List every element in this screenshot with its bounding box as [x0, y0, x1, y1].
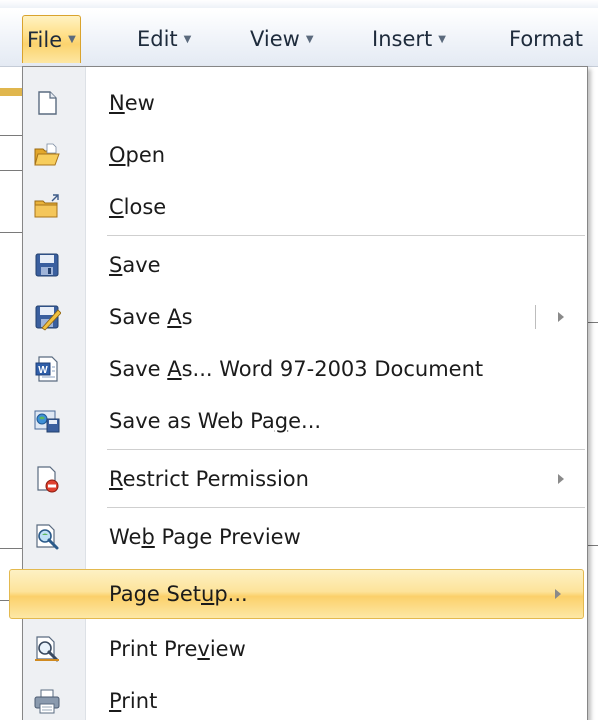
menu-item-label: Restrict Permission — [109, 467, 309, 491]
menu-file[interactable]: File ▼ — [22, 15, 81, 63]
split-divider — [535, 305, 536, 329]
restrict-permission-icon — [33, 465, 61, 493]
file-menu-dropdown: New Open Close Save Save As W Save As...… — [9, 66, 588, 720]
word-document-icon: W — [33, 355, 61, 383]
printer-icon — [33, 687, 61, 715]
menu-item-print[interactable]: Print — [24, 675, 586, 720]
menu-item-label: Web Page Preview — [109, 525, 301, 549]
close-folder-icon — [33, 193, 61, 221]
chevron-down-icon: ▼ — [68, 34, 76, 45]
menu-item-label: Page Setup... — [109, 582, 248, 606]
web-preview-icon — [33, 523, 61, 551]
save-as-icon — [33, 303, 62, 331]
menu-file-label: File — [27, 27, 63, 52]
menu-separator — [107, 449, 585, 450]
menu-insert[interactable]: Insert ▼ — [372, 19, 446, 59]
menu-separator — [107, 235, 585, 236]
menu-item-save-as[interactable]: Save As — [24, 291, 586, 343]
submenu-arrow-icon — [555, 589, 561, 599]
submenu-arrow-icon — [558, 474, 564, 484]
menu-item-page-setup[interactable]: Page Setup... — [9, 569, 584, 619]
menu-item-open[interactable]: Open — [24, 129, 586, 181]
left-edge-line — [0, 232, 22, 233]
menu-item-label: Close — [109, 195, 167, 219]
left-edge-toolbar — [0, 88, 22, 96]
menu-item-close[interactable]: Close — [24, 181, 586, 233]
chevron-down-icon: ▼ — [183, 33, 192, 45]
menu-item-save-as-word-97-2003[interactable]: W Save As... Word 97-2003 Document — [24, 343, 586, 395]
left-edge-line — [0, 170, 22, 171]
menu-format[interactable]: Format — [509, 19, 583, 59]
menu-item-label: New — [109, 91, 155, 115]
open-folder-icon — [33, 141, 61, 169]
menu-view-label: View — [250, 27, 300, 51]
menu-item-label: Open — [109, 143, 166, 167]
menu-item-save[interactable]: Save — [24, 239, 586, 291]
menu-insert-label: Insert — [372, 27, 433, 51]
screen: File ▼ Edit ▼ View ▼ Insert ▼ Format New… — [0, 0, 598, 720]
chevron-down-icon: ▼ — [305, 33, 314, 45]
menu-item-label: Save As — [109, 305, 193, 329]
menu-item-web-page-preview[interactable]: Web Page Preview — [24, 511, 586, 563]
menu-item-print-preview[interactable]: Print Preview — [24, 623, 586, 675]
menu-item-save-as-web-page[interactable]: Save as Web Page... — [24, 395, 586, 447]
menu-bar: File ▼ Edit ▼ View ▼ Insert ▼ Format — [0, 10, 598, 67]
svg-text:W: W — [38, 365, 48, 376]
menu-item-label: Print Preview — [109, 637, 246, 661]
menu-item-label: Save as Web Page... — [109, 409, 322, 433]
new-document-icon — [33, 89, 61, 117]
menu-item-label: Save — [109, 253, 161, 277]
left-edge-line — [0, 135, 22, 136]
left-edge-line — [0, 548, 22, 549]
menu-separator — [107, 507, 585, 508]
save-disk-icon — [33, 251, 61, 279]
menu-view[interactable]: View ▼ — [250, 19, 314, 59]
menu-edit-label: Edit — [137, 27, 178, 51]
submenu-arrow-icon[interactable] — [558, 312, 564, 322]
menu-item-new[interactable]: New — [24, 77, 586, 129]
menu-item-label: Print — [109, 689, 158, 713]
chevron-down-icon: ▼ — [438, 33, 446, 45]
menu-format-label: Format — [509, 27, 584, 51]
print-preview-icon — [33, 635, 61, 663]
menu-edit[interactable]: Edit ▼ — [137, 19, 191, 59]
top-strip — [0, 0, 598, 8]
menu-item-restrict-permission[interactable]: Restrict Permission — [24, 453, 586, 505]
web-page-icon — [33, 407, 61, 435]
menu-item-label: Save As... Word 97-2003 Document — [109, 357, 484, 381]
